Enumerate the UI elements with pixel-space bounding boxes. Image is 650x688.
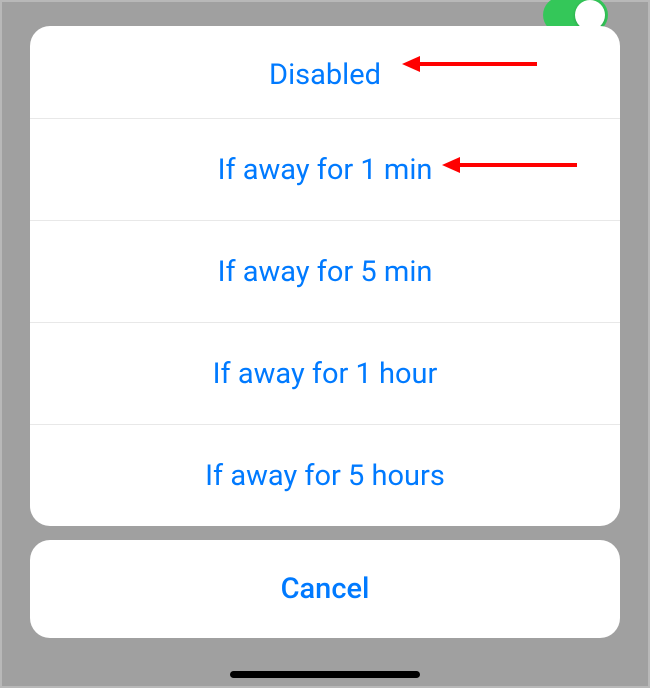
option-away-1min[interactable]: If away for 1 min bbox=[30, 118, 620, 220]
option-label: If away for 5 min bbox=[218, 255, 433, 289]
option-away-1hour[interactable]: If away for 1 hour bbox=[30, 322, 620, 424]
option-disabled[interactable]: Disabled bbox=[30, 26, 620, 118]
option-label: If away for 5 hours bbox=[205, 459, 445, 493]
option-away-5hours[interactable]: If away for 5 hours bbox=[30, 424, 620, 526]
option-label: If away for 1 min bbox=[218, 153, 433, 187]
action-sheet: Disabled If away for 1 min If away for 5… bbox=[30, 26, 620, 666]
option-label: If away for 1 hour bbox=[213, 357, 438, 391]
home-indicator bbox=[230, 671, 420, 678]
option-label: Disabled bbox=[269, 58, 381, 92]
cancel-container: Cancel bbox=[30, 540, 620, 638]
cancel-label: Cancel bbox=[281, 572, 370, 606]
options-list: Disabled If away for 1 min If away for 5… bbox=[30, 26, 620, 526]
option-away-5min[interactable]: If away for 5 min bbox=[30, 220, 620, 322]
cancel-button[interactable]: Cancel bbox=[30, 540, 620, 638]
